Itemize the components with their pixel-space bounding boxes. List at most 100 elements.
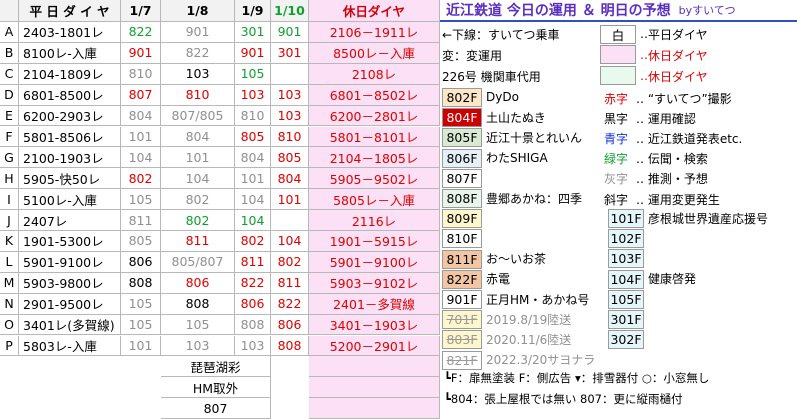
table-cell-D-d4: 103 <box>271 84 309 106</box>
table-cell-K-h: 1901－5915レ <box>309 231 440 252</box>
header-corner <box>0 0 19 22</box>
table-cell-M-d2: 806 <box>161 272 235 294</box>
table-cell-P-k: P <box>0 335 19 357</box>
table-cell-L-d2: 805/807 <box>161 251 235 273</box>
header-holiday: 休日ダイヤ <box>309 0 440 22</box>
legend-box-holiday-2 <box>600 66 636 85</box>
table-cell-O-d4: 806 <box>271 314 309 336</box>
table-cell-O-d1: 105 <box>121 314 161 336</box>
car-701F: 701F <box>442 310 482 330</box>
table-cell-G-d3: 804 <box>235 147 271 169</box>
table-cell-P-h: 5200－2901レ <box>309 335 440 357</box>
color-key-2: 青字 <box>604 131 629 146</box>
legend-label-holiday-2: ‥ 休日ダイヤ <box>640 69 708 84</box>
loco-103F: 103F <box>608 249 644 269</box>
loco-name-104F: 健康啓発 <box>648 272 697 287</box>
table-cell-E-h: 6200－2801レ <box>309 105 440 127</box>
table-cell-C-h: 2108レ <box>309 63 440 85</box>
car-name-806F: わたSHIGA <box>486 151 548 166</box>
table-cell-P-d4: 808 <box>271 335 309 357</box>
table-cell-J-k: J <box>0 210 19 231</box>
table-cell-D-k: D <box>0 84 19 106</box>
loco-104F: 104F <box>608 269 644 289</box>
table-cell-F-d3: 805 <box>235 126 271 148</box>
table-cell-B-d2: 822 <box>161 42 235 64</box>
table-cell-J-d2: 802 <box>161 210 235 231</box>
table-cell-H-d3: 101 <box>235 168 271 190</box>
car-name-811F: お～いお茶 <box>486 252 547 267</box>
loco-301F: 301F <box>608 310 644 329</box>
color-key-3: 緑字 <box>604 152 629 167</box>
legend-box-holiday <box>600 45 636 64</box>
table-cell-A-h: 2106－1911レ <box>309 22 440 43</box>
table-cell-O-w: 3401レ(多賀線) <box>19 314 121 336</box>
car-name-802F: DyDo <box>486 90 519 104</box>
table-cell-L-d4: 802 <box>271 251 309 273</box>
table-cell-N-d2: 808 <box>161 293 235 315</box>
color-key-label-0: ‥ “すいてつ”撮影 <box>636 91 732 106</box>
color-key-label-4: ‥ 推測・予想 <box>636 172 708 187</box>
table-cell-G-d2: 101 <box>161 147 235 169</box>
header-d1: 1/7 <box>121 0 161 22</box>
extra-row-2: 807 <box>161 398 271 419</box>
table-cell-I-d4: 101 <box>271 189 309 211</box>
table-cell-P-d2: 103 <box>161 335 235 357</box>
table-cell-K-d3: 802 <box>235 231 271 252</box>
table-cell-P-d1: 101 <box>121 335 161 357</box>
table-cell-E-d2: 807/805 <box>161 105 235 127</box>
table-cell-L-d1: 806 <box>121 251 161 273</box>
color-key-5: 斜字 <box>604 192 629 207</box>
table-cell-H-d1: 802 <box>121 168 161 190</box>
table-cell-H-d2: 104 <box>161 168 235 190</box>
table-cell-K-d2: 811 <box>161 231 235 252</box>
table-cell-B-h: 8500レ－入庫 <box>309 42 440 64</box>
table-cell-G-d4: 805 <box>271 147 309 169</box>
loco-105F: 105F <box>608 289 644 309</box>
car-804F: 804F <box>442 108 482 128</box>
extra-holiday-0 <box>309 356 440 378</box>
table-cell-O-d2: 105 <box>161 314 235 336</box>
table-cell-N-d4: 822 <box>271 293 309 315</box>
car-name-901F: 正月HM・あかね号 <box>486 292 590 307</box>
car-name-808F: 豊郷あかね：四季 <box>486 191 583 206</box>
table-cell-I-w: 5100レ-入庫 <box>19 189 121 211</box>
extra-row-1: HM取外 <box>161 377 271 399</box>
table-cell-N-k: N <box>0 293 19 315</box>
table-cell-A-d1: 822 <box>121 22 161 43</box>
table-cell-E-w: 6200-2903レ <box>19 105 121 127</box>
table-cell-D-d3: 103 <box>235 84 271 106</box>
table-cell-G-k: G <box>0 147 19 169</box>
table-cell-K-k: K <box>0 231 19 252</box>
car-822F: 822F <box>442 269 482 289</box>
note-1: ┗F：扉無塗装 F：側広告 ▾：排雪器付 ○：小窓無し <box>444 371 710 385</box>
table-cell-N-d1: 105 <box>121 293 161 315</box>
table-cell-M-h: 5903－9102レ <box>309 272 440 294</box>
car-name-804F: 土山たぬき <box>486 110 546 125</box>
table-cell-O-k: O <box>0 314 19 336</box>
color-key-0: 赤字 <box>604 91 629 106</box>
car-name-803F: 2020.11/6陸送 <box>486 332 572 347</box>
table-cell-E-d4: 103 <box>271 105 309 127</box>
table-cell-C-d4 <box>271 63 309 85</box>
color-key-label-3: ‥ 伝聞・検索 <box>636 152 708 167</box>
color-key-label-5: ‥ 運用変更発生 <box>636 192 720 207</box>
table-cell-A-w: 2403-1801レ <box>19 22 121 43</box>
table-cell-C-d1: 810 <box>121 63 161 85</box>
header-d4: 1/10 <box>271 0 309 22</box>
table-cell-B-d4: 301 <box>271 42 309 64</box>
table-cell-C-d3: 105 <box>235 63 271 85</box>
table-cell-H-d4: 804 <box>271 168 309 190</box>
table-cell-L-w: 5901-9100レ <box>19 251 121 273</box>
extra-row-0: 琵琶湖彩 <box>161 356 271 378</box>
table-cell-F-w: 5801-8506レ <box>19 126 121 148</box>
car-901F: 901F <box>442 290 482 309</box>
info-panel: 近江鉄道 今日の運用 ＆ 明日の予想 byすいてつ ←下線：すいてつ乗車 変：変… <box>440 0 797 412</box>
table-cell-D-d1: 807 <box>121 84 161 106</box>
table-cell-N-d3: 806 <box>235 293 271 315</box>
table-cell-G-w: 2100-1903レ <box>19 147 121 169</box>
table-cell-C-k: C <box>0 63 19 85</box>
table-cell-N-h: 2401－多賀線 <box>309 293 440 315</box>
table-cell-B-k: B <box>0 42 19 64</box>
color-key-label-1: ‥ 運用確認 <box>636 111 696 126</box>
table-cell-M-d3: 822 <box>235 272 271 294</box>
